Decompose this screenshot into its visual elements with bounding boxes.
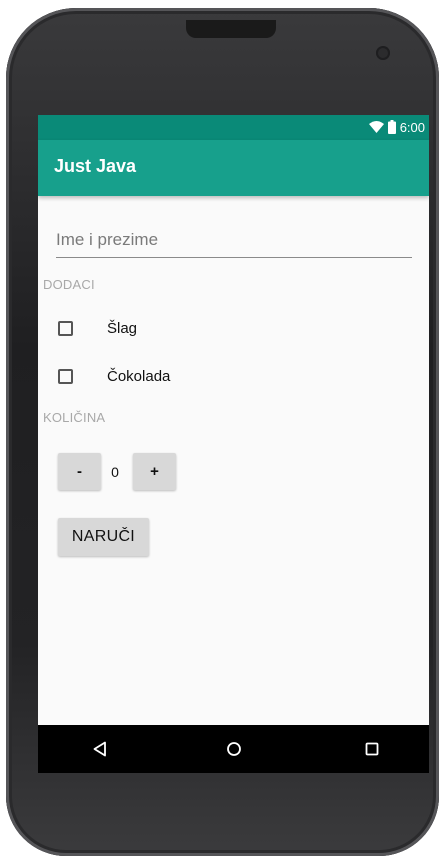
front-camera — [376, 46, 390, 60]
quantity-value: 0 — [111, 464, 119, 480]
wifi-icon — [368, 121, 384, 133]
phone-device-frame: 6:00 Just Java DODACI Šlag Čokolada KOLI… — [6, 8, 439, 856]
app-bar: Just Java — [38, 140, 429, 196]
decrement-button[interactable]: - — [58, 453, 101, 490]
topping-row-cokolada[interactable]: Čokolada — [58, 364, 170, 388]
topping-row-slag[interactable]: Šlag — [58, 316, 137, 340]
cokolada-checkbox[interactable] — [58, 368, 73, 384]
status-bar: 6:00 — [38, 115, 429, 140]
status-icons: 6:00 — [368, 118, 425, 136]
recents-icon[interactable] — [360, 737, 384, 761]
home-icon[interactable] — [222, 737, 246, 761]
status-time: 6:00 — [399, 119, 425, 135]
battery-icon — [387, 120, 396, 134]
cokolada-label[interactable]: Čokolada — [107, 368, 170, 385]
increment-button[interactable]: + — [133, 453, 176, 490]
earpiece-speaker — [186, 20, 276, 38]
phone-screen: 6:00 Just Java DODACI Šlag Čokolada KOLI… — [38, 115, 429, 773]
order-button[interactable]: NARUČI — [58, 518, 149, 556]
toppings-section-label: DODACI — [43, 277, 95, 292]
quantity-section-label: KOLIČINA — [43, 410, 106, 425]
slag-checkbox[interactable] — [58, 320, 73, 336]
navigation-bar — [38, 725, 429, 773]
slag-label[interactable]: Šlag — [107, 320, 137, 337]
name-input[interactable] — [56, 227, 412, 258]
back-icon[interactable] — [88, 737, 112, 761]
app-title: Just Java — [54, 156, 137, 176]
